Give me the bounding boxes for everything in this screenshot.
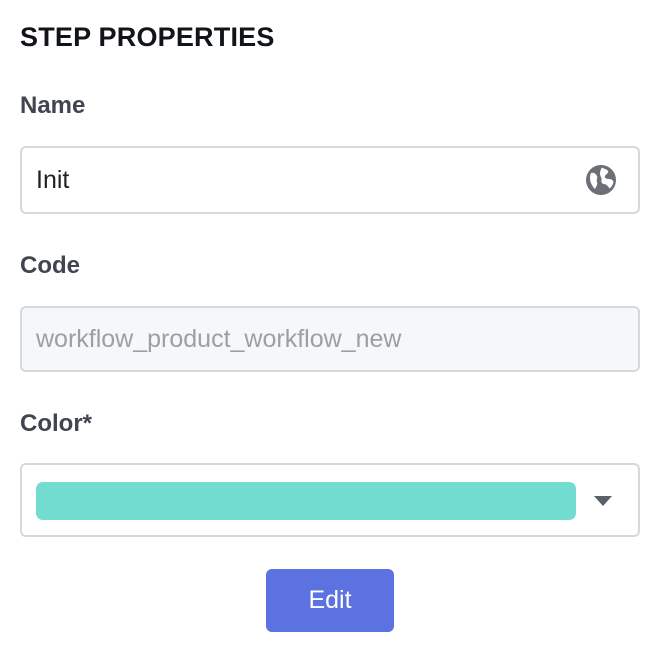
globe-icon[interactable]	[584, 163, 618, 197]
chevron-down-icon[interactable]	[594, 496, 612, 506]
globe-icon-graphic	[586, 165, 616, 195]
panel-title: STEP PROPERTIES	[20, 22, 275, 52]
name-label: Name	[20, 92, 86, 119]
code-label: Code	[20, 252, 80, 279]
name-field	[20, 146, 640, 214]
code-input[interactable]	[36, 308, 626, 370]
color-swatch	[36, 482, 576, 520]
color-select[interactable]	[20, 463, 640, 537]
color-label: Color*	[20, 410, 92, 437]
code-field	[20, 306, 640, 372]
step-properties-panel: STEP PROPERTIES Name Code Color* Edit	[0, 0, 658, 652]
name-input[interactable]	[36, 148, 576, 212]
edit-button[interactable]: Edit	[266, 569, 394, 632]
